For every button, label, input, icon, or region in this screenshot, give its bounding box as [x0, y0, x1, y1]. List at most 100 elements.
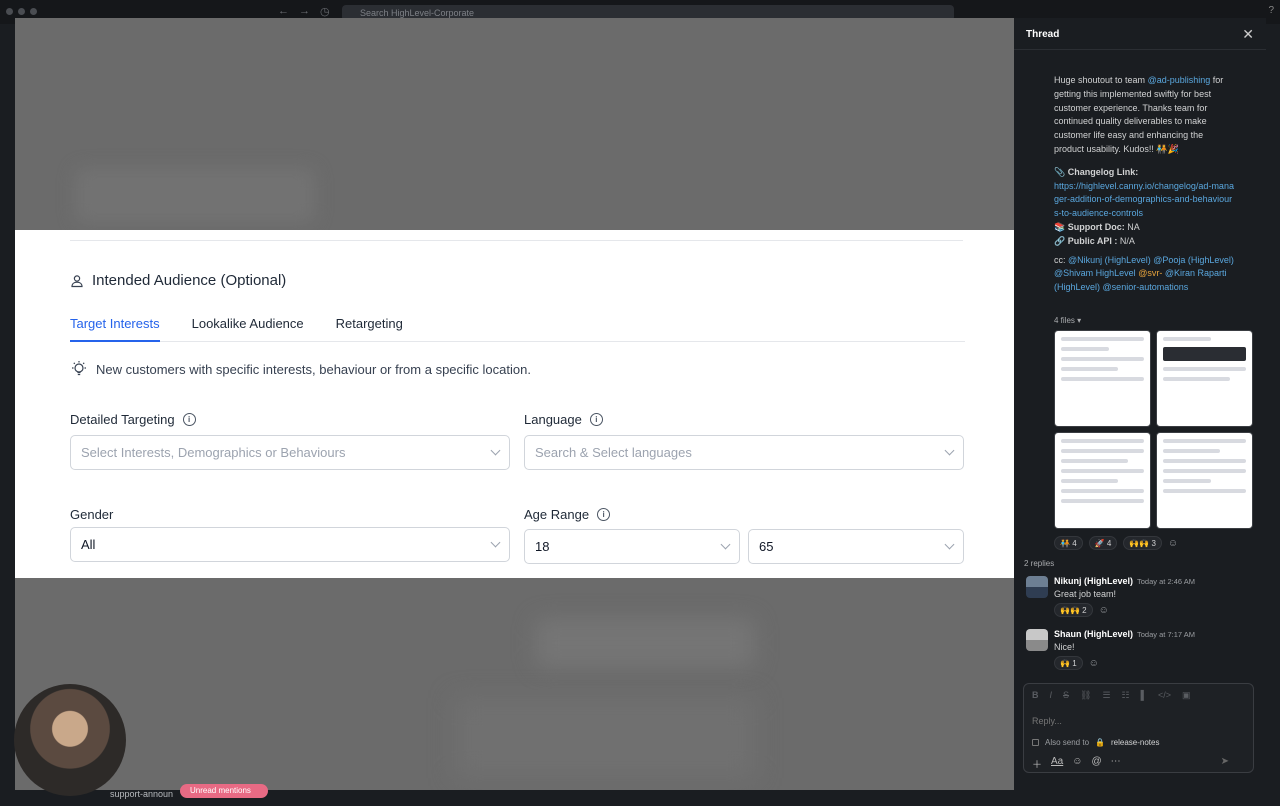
- thread-message: Huge shoutout to team @ad-publishing for…: [1054, 74, 1234, 295]
- public-api-line: 🔗 Public API : N/A: [1054, 235, 1135, 246]
- tab-lookalike-audience[interactable]: Lookalike Audience: [192, 314, 304, 342]
- file-thumbnail[interactable]: [1156, 432, 1253, 529]
- blurred-content: [75, 168, 315, 223]
- info-icon[interactable]: i: [182, 413, 196, 426]
- also-send-option[interactable]: Also send to 🔒 release-notes: [1032, 738, 1159, 747]
- reaction[interactable]: 🚀 4: [1088, 536, 1118, 550]
- code-icon[interactable]: </>: [1158, 690, 1171, 701]
- reply-text: Great job team!: [1054, 589, 1117, 599]
- user-icon: [71, 274, 83, 287]
- reply-composer: B I S ⛓ ☰ ☷ ▌ </> ▣ Also send to 🔒 relea…: [1023, 683, 1254, 773]
- code-block-icon[interactable]: ▣: [1182, 690, 1191, 701]
- detailed-targeting-label: Detailed Targeting i: [70, 412, 196, 427]
- strikethrough-icon[interactable]: S: [1063, 690, 1069, 701]
- link-icon[interactable]: ⛓: [1080, 690, 1091, 701]
- mention[interactable]: @Shivam HighLevel: [1054, 268, 1136, 278]
- chevron-down-icon: [944, 445, 955, 456]
- mention[interactable]: @Nikunj (HighLevel): [1068, 255, 1151, 265]
- detailed-targeting-select[interactable]: Select Interests, Demographics or Behavi…: [70, 435, 510, 470]
- link-icon: 🔗: [1054, 235, 1066, 246]
- gender-label: Gender: [70, 507, 114, 522]
- add-reaction-icon[interactable]: ☺: [1099, 605, 1109, 616]
- close-icon[interactable]: ✕: [1242, 26, 1254, 43]
- replies-count: 2 replies: [1024, 559, 1055, 568]
- thread-header: Thread ✕: [1014, 18, 1266, 50]
- mention[interactable]: @ad-publishing: [1148, 75, 1211, 85]
- mention[interactable]: @senior-automations: [1103, 282, 1189, 292]
- history-nav[interactable]: ← → ◷: [278, 5, 330, 18]
- reaction[interactable]: 🙌 1: [1054, 656, 1083, 670]
- reaction[interactable]: 🙌🙌 3: [1123, 536, 1162, 550]
- reply-author[interactable]: Shaun (HighLevel) Today at 7:17 AM: [1054, 629, 1195, 639]
- language-select[interactable]: Search & Select languages: [524, 435, 964, 470]
- formatting-toolbar: B I S ⛓ ☰ ☷ ▌ </> ▣: [1032, 690, 1191, 701]
- celebrate-emoji: 🧑‍🤝‍🧑🎉: [1156, 143, 1179, 154]
- composer-tools: ＋ Aa ☺ @ ⋯: [1032, 756, 1121, 771]
- info-icon[interactable]: i: [597, 508, 611, 521]
- changelog-link[interactable]: https://highlevel.canny.io/changelog/ad-…: [1054, 180, 1234, 221]
- files-toggle[interactable]: 4 files ▾: [1054, 316, 1081, 325]
- language-label: Language i: [524, 412, 603, 427]
- tab-description: New customers with specific interests, b…: [70, 360, 531, 378]
- bullet-list-icon[interactable]: ☷: [1122, 690, 1130, 701]
- paperclip-icon: 📎: [1054, 166, 1066, 177]
- gender-select[interactable]: All: [70, 527, 510, 562]
- channel-name[interactable]: support-announ: [110, 789, 173, 799]
- also-send-checkbox[interactable]: [1032, 739, 1039, 746]
- blurred-content: [455, 698, 755, 778]
- info-icon[interactable]: i: [589, 413, 603, 426]
- emoji-icon[interactable]: ☺: [1072, 756, 1082, 771]
- shared-screen: Intended Audience (Optional) Target Inte…: [15, 18, 1014, 790]
- reply-text: Nice!: [1054, 642, 1075, 652]
- reply-reactions: 🙌 1 ☺: [1054, 656, 1099, 670]
- send-icon[interactable]: ➤: [1221, 756, 1229, 767]
- divider: [70, 240, 963, 241]
- chevron-down-icon: [944, 539, 955, 550]
- lock-icon: 🔒: [1095, 738, 1105, 747]
- chevron-down-icon: [490, 445, 501, 456]
- chevron-down-icon: [720, 539, 731, 550]
- thread-panel: Thread ✕ Huge shoutout to team @ad-publi…: [1014, 18, 1266, 790]
- italic-icon[interactable]: I: [1050, 690, 1053, 701]
- tab-target-interests[interactable]: Target Interests: [70, 314, 160, 342]
- mention-icon[interactable]: @: [1091, 756, 1101, 771]
- mention[interactable]: @Pooja (HighLevel): [1153, 255, 1234, 265]
- blockquote-icon[interactable]: ▌: [1141, 690, 1147, 701]
- history-icon[interactable]: ◷: [320, 5, 330, 18]
- plus-icon[interactable]: ＋: [1032, 756, 1042, 771]
- unread-mentions-badge[interactable]: Unread mentions: [180, 784, 268, 798]
- changelog-line: 📎 Changelog Link:: [1054, 166, 1139, 177]
- description-text: New customers with specific interests, b…: [96, 361, 531, 377]
- reply-input[interactable]: [1032, 716, 1232, 726]
- file-thumbnail[interactable]: [1156, 330, 1253, 427]
- age-min-select[interactable]: 18: [524, 529, 740, 564]
- mention[interactable]: @svr-: [1138, 268, 1162, 278]
- reaction[interactable]: 🙌🙌 2: [1054, 603, 1093, 617]
- text-format-icon[interactable]: Aa: [1051, 756, 1063, 771]
- forward-arrow-icon[interactable]: →: [299, 5, 310, 18]
- window-controls[interactable]: [6, 8, 37, 15]
- bold-icon[interactable]: B: [1032, 690, 1039, 701]
- webcam-bubble: [14, 684, 126, 796]
- ordered-list-icon[interactable]: ☰: [1102, 690, 1110, 701]
- more-icon[interactable]: ⋯: [1111, 756, 1121, 771]
- add-reaction-icon[interactable]: ☺: [1089, 658, 1099, 669]
- message-reactions: 🧑‍🤝‍🧑 4 🚀 4 🙌🙌 3 ☺: [1054, 536, 1178, 550]
- file-thumbnail[interactable]: [1054, 432, 1151, 529]
- add-reaction-icon[interactable]: ☺: [1168, 538, 1178, 549]
- avatar[interactable]: [1026, 629, 1048, 651]
- tab-retargeting[interactable]: Retargeting: [336, 314, 403, 342]
- age-max-select[interactable]: 65: [748, 529, 964, 564]
- lightbulb-icon: [72, 361, 86, 376]
- thread-title: Thread: [1026, 29, 1060, 40]
- file-thumbnail[interactable]: [1054, 330, 1151, 427]
- back-arrow-icon[interactable]: ←: [278, 5, 289, 18]
- avatar[interactable]: [1026, 576, 1048, 598]
- support-doc-line: 📚 Support Doc: NA: [1054, 221, 1140, 232]
- help-icon[interactable]: ?: [1268, 5, 1274, 16]
- section-title: Intended Audience (Optional): [70, 272, 286, 289]
- blurred-content: [535, 618, 755, 668]
- reply-author[interactable]: Nikunj (HighLevel) Today at 2:46 AM: [1054, 576, 1195, 586]
- reaction[interactable]: 🧑‍🤝‍🧑 4: [1054, 536, 1083, 550]
- books-icon: 📚: [1054, 221, 1066, 232]
